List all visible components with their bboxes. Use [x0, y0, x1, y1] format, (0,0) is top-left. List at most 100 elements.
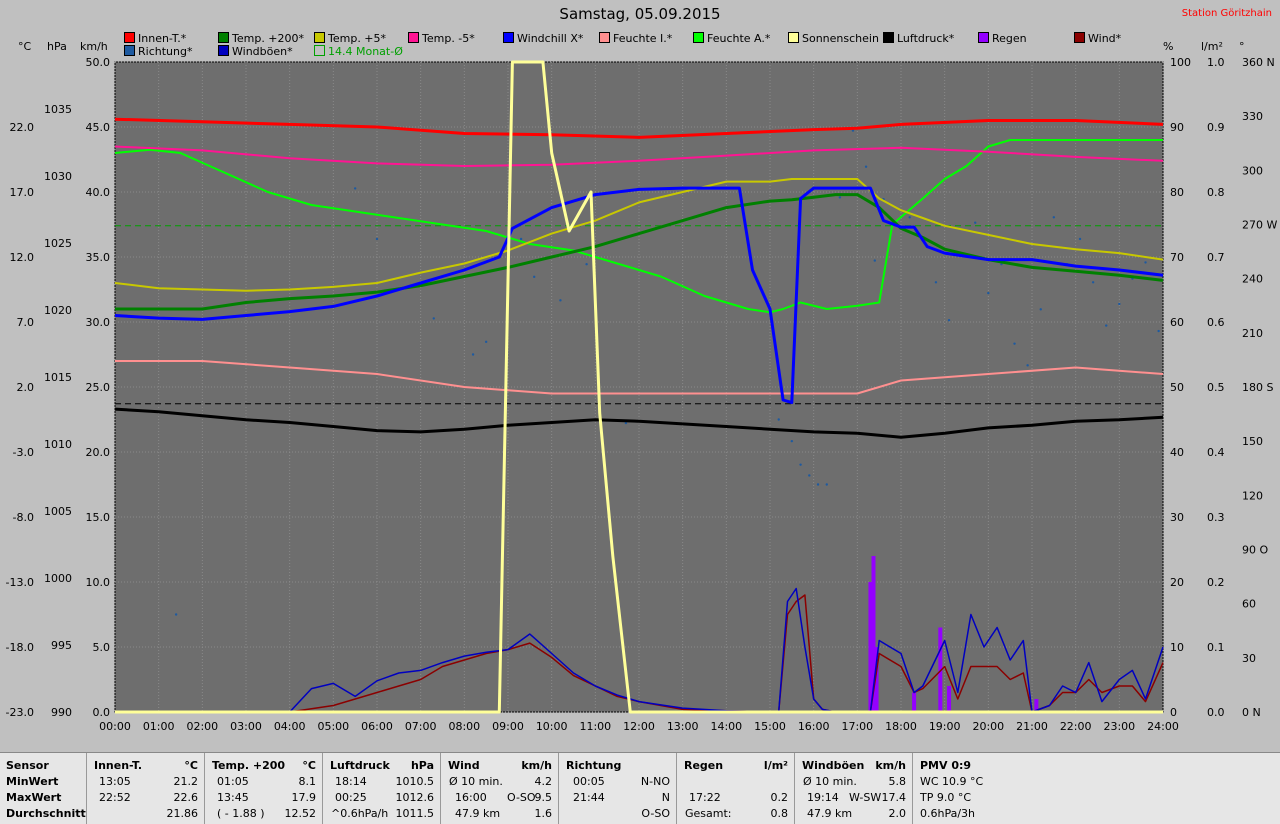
stats-col-boeen: Windböen km/h Ø 10 min. 5.8 19:14 W-SW 1…	[795, 753, 913, 824]
stats-col-sensor: Sensor MinWert MaxWert Durchschnitt	[0, 753, 87, 824]
stats-temp200-unit: °C	[302, 759, 316, 772]
tick-label-wind_kmh: 35.0	[86, 251, 111, 264]
tick-label-direction_deg: 270 W	[1242, 219, 1277, 232]
stats-cell: N-NO	[640, 775, 670, 788]
x-tick-label: 23:00	[1103, 720, 1135, 733]
tick-label-humidity_pct: 50	[1170, 381, 1184, 394]
stats-cell: 22.6	[173, 791, 199, 804]
stats-cell: 47.9 km	[455, 807, 501, 820]
stats-cell: 4.2	[534, 775, 553, 788]
tick-label-humidity_pct: 90	[1170, 121, 1184, 134]
tick-label-rain_lm2: 0.1	[1207, 641, 1225, 654]
stats-cell: 5.8	[888, 775, 907, 788]
direction-point	[484, 340, 488, 344]
x-tick-label: 15:00	[754, 720, 786, 733]
stats-row-min: MinWert	[6, 775, 59, 788]
x-tick-label: 00:00	[99, 720, 131, 733]
stats-cell: 0.6hPa/3h	[920, 807, 976, 820]
tick-label-pressure_hpa: 1035	[44, 103, 72, 116]
direction-point	[908, 216, 911, 219]
x-tick-label: 17:00	[841, 720, 873, 733]
tick-label-wind_kmh: 25.0	[86, 381, 111, 394]
tick-label-pressure_hpa: 990	[51, 706, 72, 719]
stats-cell: Ø 10 min.	[449, 775, 503, 788]
direction-point	[471, 353, 475, 356]
stats-pmv-title: PMV 0:9	[920, 759, 972, 772]
x-tick-label: 22:00	[1060, 720, 1092, 733]
stats-boeen-title: Windböen	[802, 759, 865, 772]
x-tick-label: 05:00	[317, 720, 349, 733]
stats-cell: 9.5	[534, 791, 553, 804]
stats-sensor-title: Sensor	[6, 759, 49, 772]
direction-point	[585, 263, 588, 266]
direction-point	[1118, 302, 1121, 306]
direction-point	[974, 221, 977, 224]
tick-label-temp_c: 22.0	[10, 121, 35, 134]
direction-point	[1039, 308, 1042, 311]
tick-label-direction_deg: 360 N	[1242, 56, 1275, 69]
direction-point	[808, 474, 811, 477]
x-tick-label: 13:00	[667, 720, 699, 733]
tick-label-direction_deg: 90 O	[1242, 544, 1268, 557]
tick-label-rain_lm2: 0.4	[1207, 446, 1225, 459]
tick-label-direction_deg: 30	[1242, 652, 1256, 665]
stats-cell: 17:22	[689, 791, 721, 804]
tick-label-wind_kmh: 20.0	[86, 446, 111, 459]
stats-cell: 21.86	[166, 807, 199, 820]
stats-cell: 01:05	[217, 775, 249, 788]
tick-label-humidity_pct: 20	[1170, 576, 1184, 589]
stats-wind-unit: km/h	[521, 759, 552, 772]
tick-label-humidity_pct: 80	[1170, 186, 1184, 199]
stats-temp200-title: Temp. +200	[212, 759, 286, 772]
tick-label-humidity_pct: 60	[1170, 316, 1184, 329]
x-tick-label: 06:00	[361, 720, 393, 733]
tick-label-rain_lm2: 0.2	[1207, 576, 1225, 589]
stats-cell: O-SO	[641, 807, 670, 820]
stats-col-wind: Wind km/h Ø 10 min. 4.2 16:00 O-SO 9.5 4…	[441, 753, 559, 824]
tick-label-humidity_pct: 30	[1170, 511, 1184, 524]
stats-cell: 13:45	[217, 791, 249, 804]
rain-bar	[947, 686, 952, 712]
tick-label-humidity_pct: 0	[1170, 706, 1177, 719]
tick-label-pressure_hpa: 1030	[44, 170, 72, 183]
x-tick-label: 11:00	[579, 720, 611, 733]
x-tick-label: 12:00	[623, 720, 655, 733]
stats-innen-title: Innen-T.	[94, 759, 143, 772]
stats-cell: 12.52	[284, 807, 317, 820]
direction-point	[1105, 324, 1108, 327]
stats-col-pmv: PMV 0:9 WC 10.9 °C TP 9.0 °C 0.6hPa/3h	[913, 753, 993, 824]
direction-point	[1078, 237, 1082, 241]
tick-label-wind_kmh: 0.0	[93, 706, 111, 719]
tick-label-direction_deg: 300	[1242, 164, 1263, 177]
stats-cell: O-SO	[507, 791, 536, 804]
stats-cell: 22:52	[99, 791, 131, 804]
direction-point	[825, 483, 828, 486]
tick-label-humidity_pct: 100	[1170, 56, 1191, 69]
direction-point	[519, 237, 523, 241]
stats-cell: ( - 1.88 )	[217, 807, 265, 820]
tick-label-rain_lm2: 0.0	[1207, 706, 1225, 719]
stats-cell: Gesamt:	[685, 807, 732, 820]
stats-cell: 2.0	[888, 807, 907, 820]
direction-point	[1052, 216, 1056, 219]
direction-point	[790, 439, 794, 443]
tick-label-direction_deg: 120	[1242, 489, 1263, 502]
tick-label-direction_deg: 210	[1242, 327, 1263, 340]
tick-label-rain_lm2: 0.7	[1207, 251, 1225, 264]
tick-label-rain_lm2: 0.5	[1207, 381, 1225, 394]
stats-cell: 16:00	[455, 791, 487, 804]
stats-col-luftdruck: Luftdruck hPa 18:14 1010.5 00:25 1012.6 …	[323, 753, 441, 824]
stats-cell: 17.9	[291, 791, 317, 804]
tick-label-pressure_hpa: 1020	[44, 304, 72, 317]
tick-label-direction_deg: 330	[1242, 110, 1263, 123]
stats-cell: 00:05	[573, 775, 605, 788]
x-tick-label: 20:00	[972, 720, 1004, 733]
tick-label-wind_kmh: 15.0	[86, 511, 111, 524]
tick-label-direction_deg: 0 N	[1242, 706, 1261, 719]
direction-point	[947, 318, 951, 322]
x-tick-label: 07:00	[405, 720, 437, 733]
direction-point	[816, 483, 820, 486]
stats-cell: 1010.5	[395, 775, 435, 788]
tick-label-direction_deg: 180 S	[1242, 381, 1273, 394]
tick-label-wind_kmh: 30.0	[86, 316, 111, 329]
